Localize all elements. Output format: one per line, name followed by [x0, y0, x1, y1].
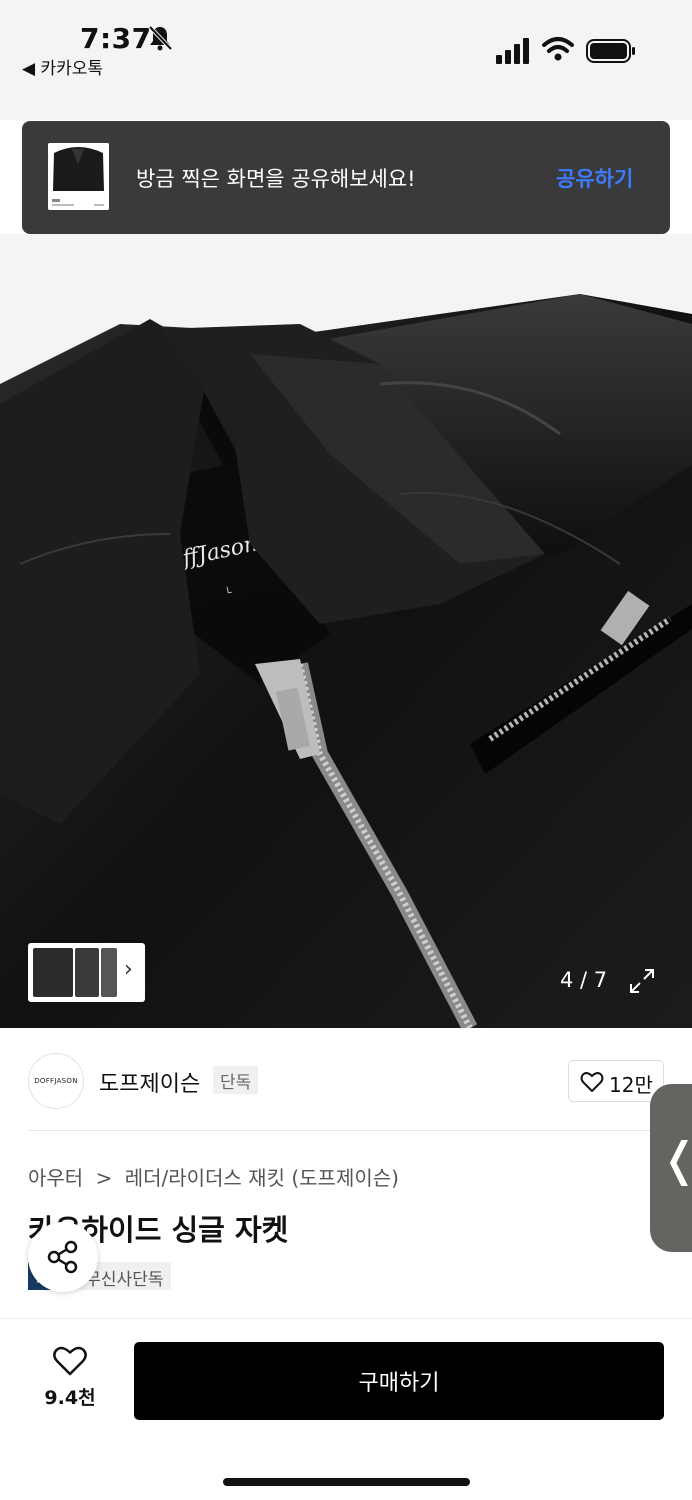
brand-name[interactable]: 도프제이슨 — [99, 1066, 200, 1098]
brand-exclusive-tag: 단독 — [213, 1066, 259, 1094]
wishlist-button[interactable]: 9.4천 — [30, 1345, 110, 1415]
related-photos-thumbnail-strip[interactable]: › — [28, 943, 145, 1002]
chevron-left-icon: ❬ — [660, 1132, 692, 1186]
screenshot-share-banner: 방금 찍은 화면을 공유해보세요! 공유하기 — [22, 121, 670, 234]
bottom-action-bar: 9.4천 구매하기 — [0, 1318, 692, 1500]
bell-slash-icon — [148, 25, 173, 51]
home-indicator[interactable] — [223, 1478, 470, 1486]
back-to-app-link[interactable]: ◀ 카카오톡 — [22, 54, 103, 79]
breadcrumb-item-leather[interactable]: 레더/라이더스 재킷 (도프제이슨) — [125, 1166, 399, 1190]
brand-row[interactable]: DOFFJASON 도프제이슨 단독 12만 — [0, 1028, 692, 1130]
thumbnail-photo-2[interactable] — [75, 948, 99, 997]
share-icon — [47, 1240, 78, 1274]
product-photo-jacket: DoffJason L — [0, 294, 692, 1028]
battery-icon — [586, 39, 635, 63]
wifi-icon — [542, 37, 574, 61]
cellular-signal-icon — [496, 38, 529, 64]
status-time: 7:37 — [80, 22, 152, 55]
screenshot-thumbnail[interactable] — [48, 143, 109, 210]
expand-icon[interactable] — [628, 967, 656, 995]
thumbnail-photo-1[interactable] — [33, 948, 73, 997]
share-banner-message: 방금 찍은 화면을 공유해보세요! — [136, 167, 416, 191]
product-image-gallery[interactable]: DoffJason L › 4 / 7 — [0, 234, 692, 1028]
brand-logo-text: DOFFJASON — [34, 1077, 78, 1085]
brand-like-button[interactable]: 12만 — [568, 1060, 664, 1102]
share-floating-button[interactable] — [28, 1222, 98, 1292]
breadcrumb-separator: > — [95, 1166, 113, 1190]
share-button[interactable]: 공유하기 — [556, 163, 633, 193]
wishlist-count: 9.4천 — [44, 1387, 96, 1409]
brand-like-count: 12만 — [609, 1073, 653, 1097]
side-panel-handle[interactable]: ❬ — [650, 1084, 692, 1252]
heart-outline-icon — [53, 1346, 87, 1376]
heart-outline-icon — [580, 1072, 604, 1092]
chevron-right-icon: › — [124, 957, 133, 982]
brand-logo[interactable]: DOFFJASON — [28, 1053, 84, 1109]
section-divider — [28, 1130, 692, 1131]
thumbnail-photo-3[interactable] — [101, 948, 117, 997]
category-breadcrumb[interactable]: 아우터 > 레더/라이더스 재킷 (도프제이슨) — [28, 1162, 405, 1191]
breadcrumb-item-outer[interactable]: 아우터 — [28, 1166, 83, 1190]
status-bar: 7:37 ◀ 카카오톡 — [0, 0, 692, 120]
buy-button[interactable]: 구매하기 — [134, 1342, 664, 1420]
image-page-indicator: 4 / 7 — [560, 968, 608, 992]
